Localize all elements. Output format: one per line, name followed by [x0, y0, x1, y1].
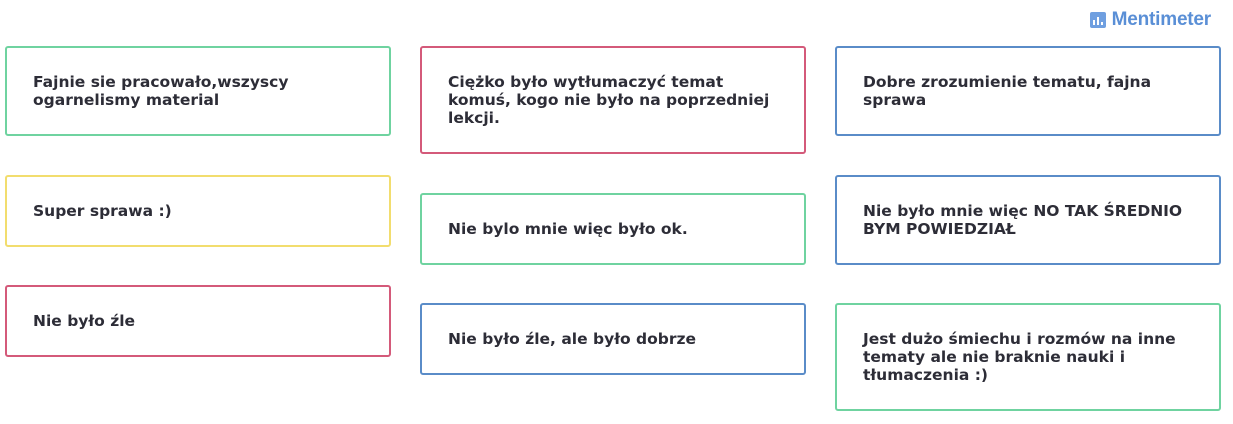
response-text: Nie było źle, ale było dobrze — [448, 330, 697, 348]
response-card: Nie było źle — [5, 285, 391, 357]
response-card: Super sprawa :) — [5, 175, 391, 247]
response-text: Super sprawa :) — [33, 202, 172, 220]
response-card: Nie bylo mnie więc było ok. — [420, 193, 806, 265]
response-card: Jest dużo śmiechu i rozmów na inne temat… — [835, 303, 1221, 411]
response-text: Fajnie sie pracowało,wszyscy ogarnelismy… — [33, 73, 289, 109]
response-text: Nie było źle — [33, 312, 136, 330]
response-text: Ciężko było wytłumaczyć temat komuś, kog… — [448, 73, 770, 127]
response-text: Jest dużo śmiechu i rozmów na inne temat… — [863, 330, 1176, 384]
response-card: Ciężko było wytłumaczyć temat komuś, kog… — [420, 46, 806, 154]
response-card: Dobre zrozumienie tematu, fajna sprawa — [835, 46, 1221, 136]
mentimeter-logo: Mentimeter — [1089, 9, 1212, 31]
response-card: Nie było mnie więc NO TAK ŚREDNIO BYM PO… — [835, 175, 1221, 265]
response-text: Nie było mnie więc NO TAK ŚREDNIO BYM PO… — [863, 202, 1183, 238]
response-card: Fajnie sie pracowało,wszyscy ogarnelismy… — [5, 46, 391, 136]
brand-name: Mentimeter — [1111, 9, 1212, 30]
response-text: Dobre zrozumienie tematu, fajna sprawa — [863, 73, 1152, 109]
bar-chart-icon — [1089, 12, 1106, 28]
response-card: Nie było źle, ale było dobrze — [420, 303, 806, 375]
response-text: Nie bylo mnie więc było ok. — [448, 220, 688, 238]
